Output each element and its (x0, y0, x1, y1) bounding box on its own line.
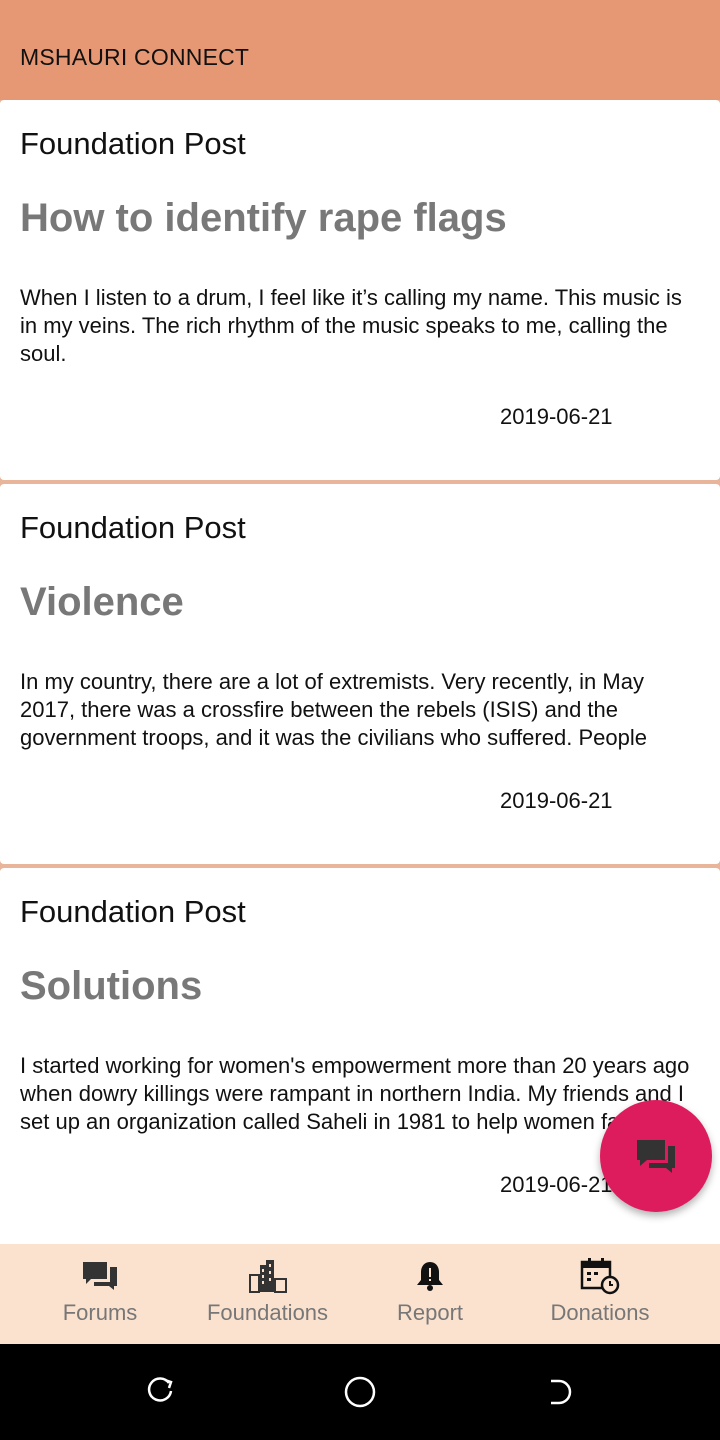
recent-apps-button[interactable] (142, 1374, 178, 1410)
nav-label-foundations: Foundations (206, 1300, 329, 1325)
nav-item-forums[interactable]: Forums (40, 1244, 160, 1344)
post-kind: Foundation Post (20, 510, 246, 545)
app-bar: MSHAURI CONNECT (0, 0, 720, 100)
post-title: Solutions (20, 964, 203, 1008)
nav-item-foundations[interactable]: Foundations (190, 1244, 345, 1344)
chat-fab-button[interactable] (600, 1100, 712, 1212)
post-card[interactable]: Foundation Post Violence In my country, … (0, 484, 720, 864)
calendar-clock-icon (580, 1256, 620, 1296)
post-date: 2019-06-21 (500, 788, 613, 813)
chat-icon (637, 1140, 675, 1173)
post-body: In my country, there are a lot of extrem… (20, 669, 647, 756)
bell-alert-icon (410, 1256, 450, 1296)
post-kind: Foundation Post (20, 894, 246, 929)
nav-item-report[interactable]: Report (370, 1244, 490, 1344)
nav-item-donations[interactable]: Donations (530, 1244, 670, 1344)
post-kind: Foundation Post (20, 126, 246, 161)
nav-label-forums: Forums (62, 1300, 138, 1325)
chat-bubbles-icon (80, 1256, 120, 1296)
home-icon (344, 1376, 376, 1408)
recent-apps-icon (147, 1377, 173, 1402)
bottom-navigation: Forums Foundations Report Donations (0, 1244, 720, 1344)
nav-label-report: Report (396, 1300, 464, 1325)
post-feed[interactable]: Foundation Post How to identify rape fla… (0, 100, 720, 1244)
back-button[interactable] (542, 1374, 578, 1410)
buildings-icon (248, 1256, 288, 1296)
home-button[interactable] (342, 1374, 378, 1410)
post-date: 2019-06-21 (500, 404, 613, 429)
post-body: I started working for women's empowermen… (20, 1053, 690, 1140)
post-title: How to identify rape flags (20, 196, 507, 240)
system-navigation-bar (0, 1344, 720, 1440)
post-date: 2019-06-21 (500, 1172, 613, 1197)
app-title: MSHAURI CONNECT (20, 44, 250, 70)
back-icon (551, 1379, 572, 1405)
post-body: When I listen to a drum, I feel like it’… (20, 285, 682, 366)
post-card[interactable]: Foundation Post How to identify rape fla… (0, 100, 720, 480)
post-title: Violence (20, 580, 184, 624)
nav-label-donations: Donations (550, 1300, 650, 1325)
